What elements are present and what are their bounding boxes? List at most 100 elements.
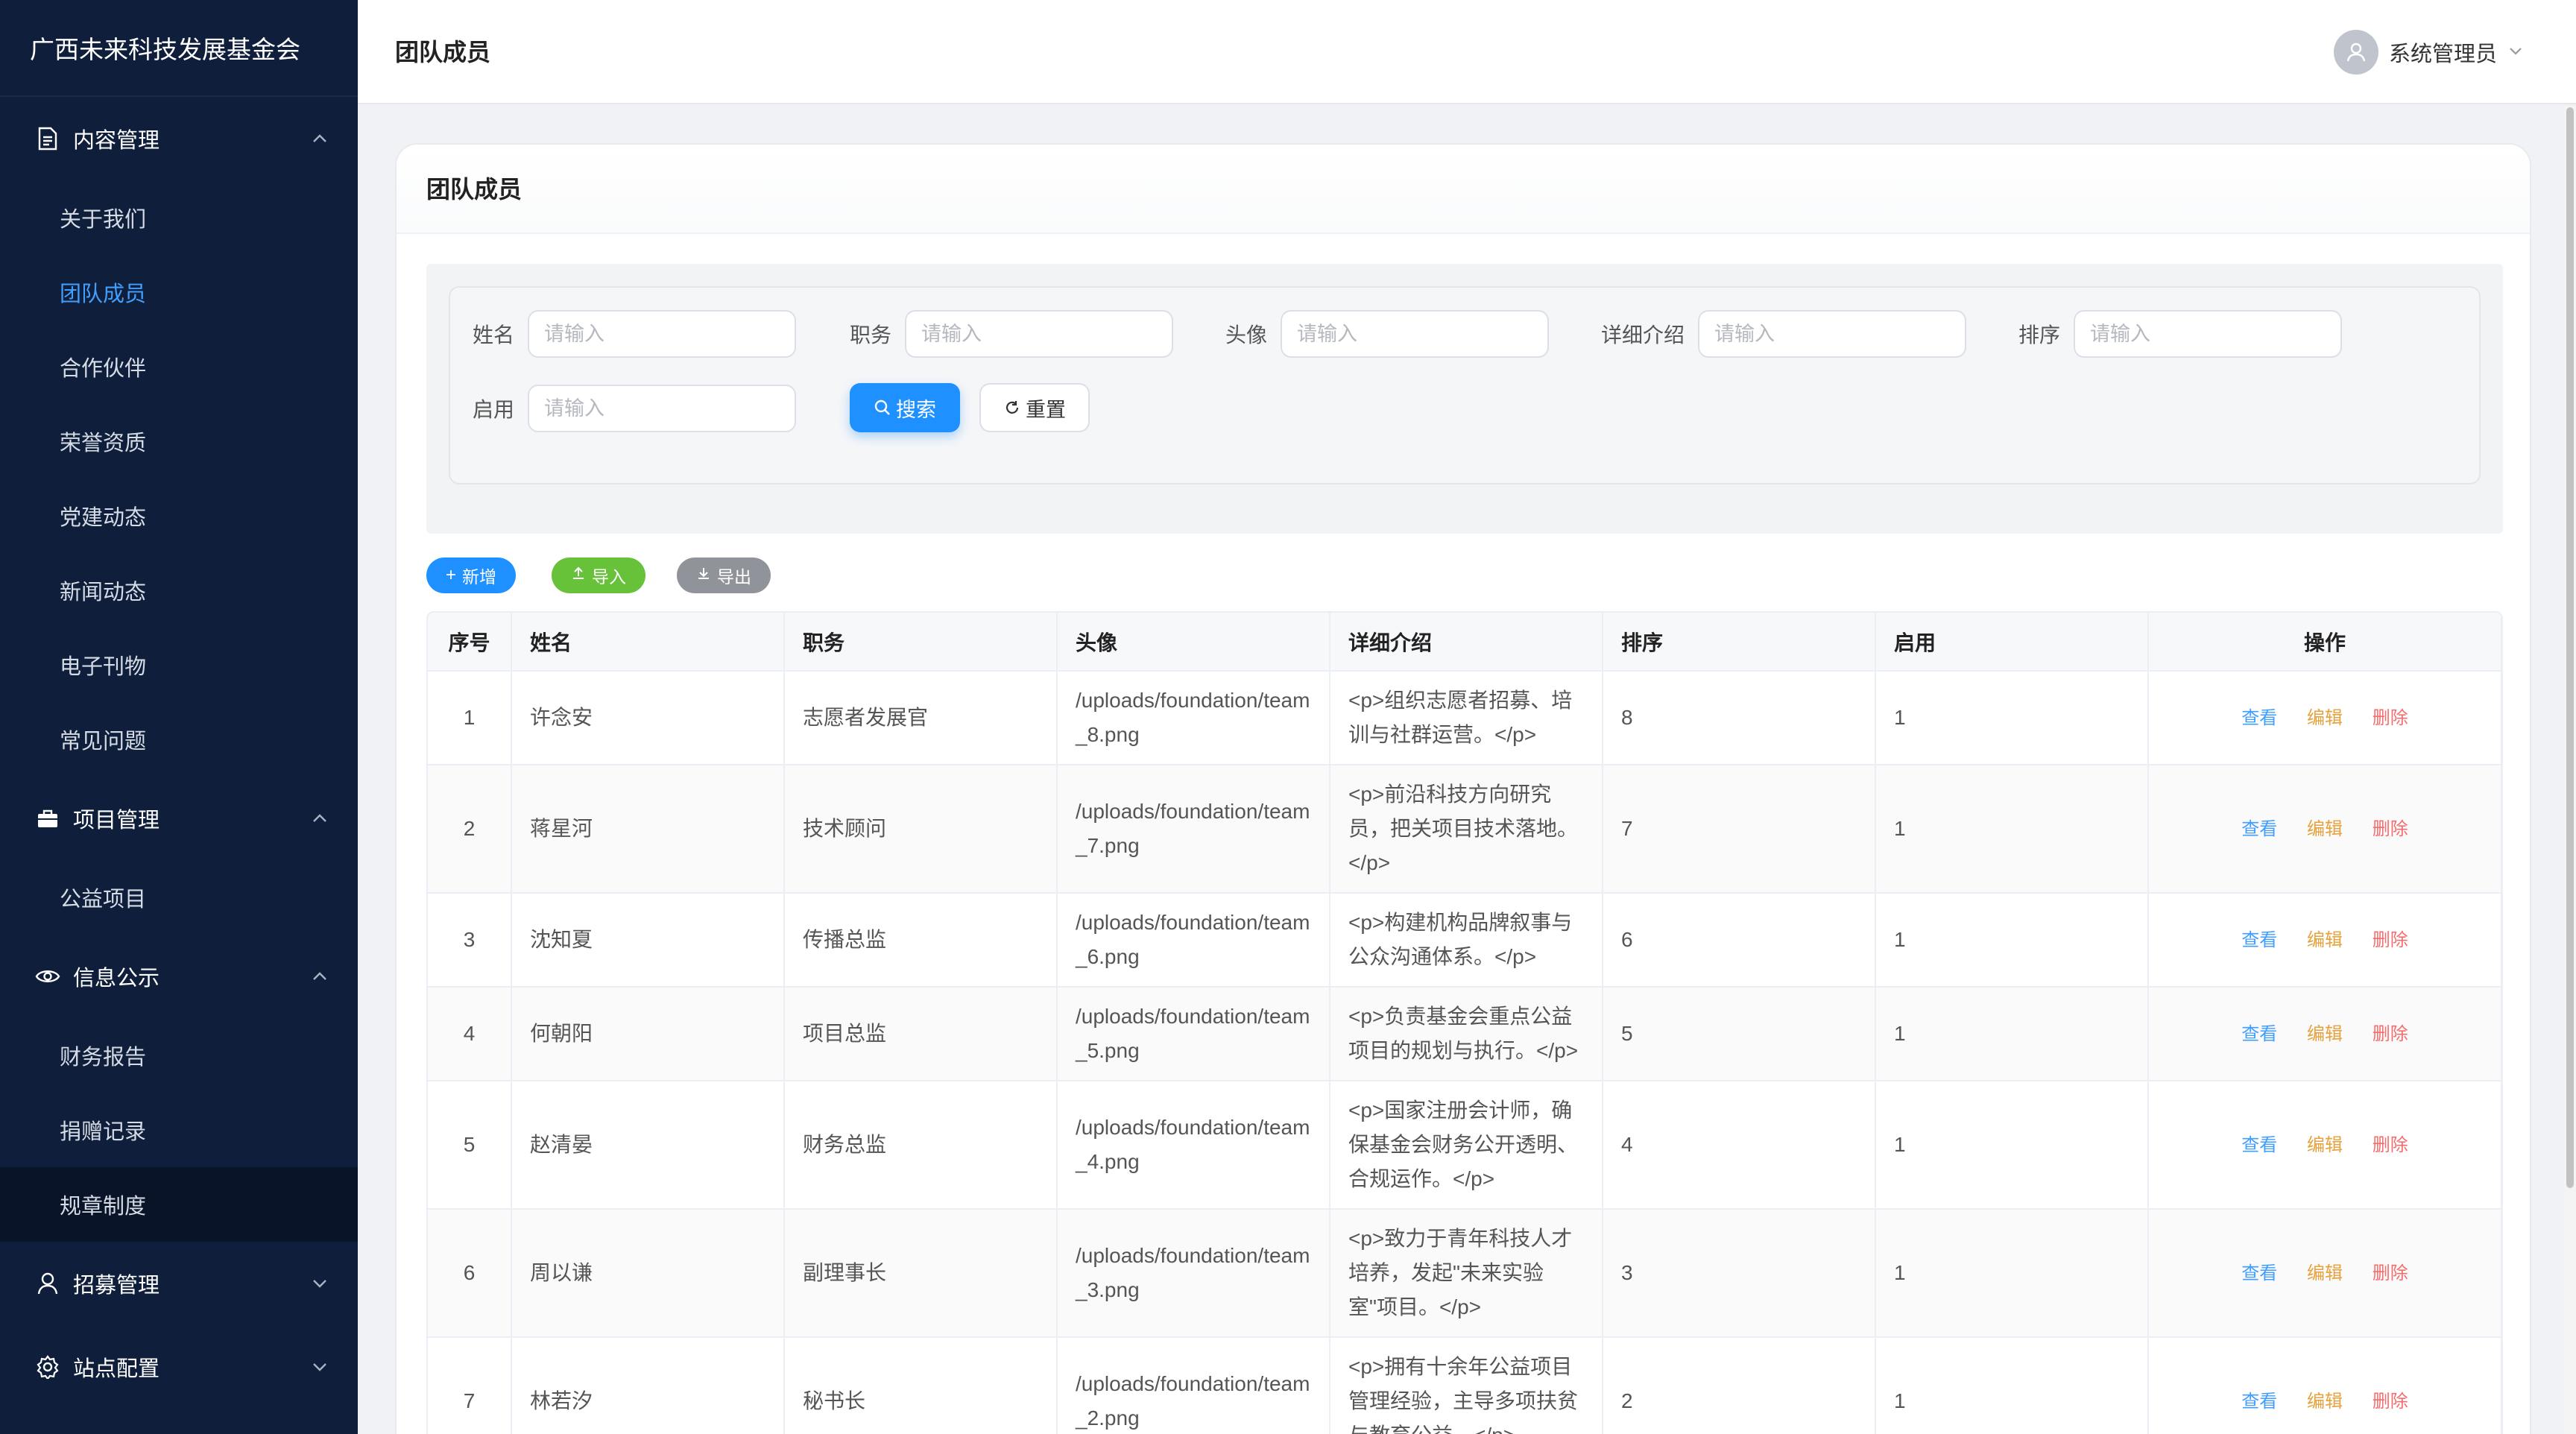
cell-actions: 查看 编辑 删除 (2148, 1209, 2501, 1338)
cell-title: 副理事长 (784, 1209, 1058, 1338)
eye-icon (34, 963, 61, 990)
delete-link[interactable]: 删除 (2373, 1263, 2408, 1283)
chevron-down-icon (312, 1273, 328, 1300)
export-button[interactable]: 导出 (677, 558, 771, 593)
sidebar-item-faq[interactable]: 常见问题 (0, 702, 358, 777)
sidebar-item-partners[interactable]: 合作伙伴 (0, 329, 358, 404)
view-link[interactable]: 查看 (2241, 708, 2277, 728)
col-header-intro: 详细介绍 (1330, 613, 1603, 672)
page-scrollbar[interactable] (2564, 106, 2576, 1434)
cell-no: 2 (428, 765, 512, 894)
cell-avatar: /uploads/foundation/team_2.png (1057, 1337, 1330, 1434)
col-header-enabled: 启用 (1875, 613, 2149, 672)
col-header-actions: 操作 (2148, 613, 2501, 672)
intro-input[interactable] (1698, 310, 1967, 358)
cell-enabled: 1 (1875, 987, 2149, 1081)
sidebar-item-donations[interactable]: 捐赠记录 (0, 1093, 358, 1167)
cell-avatar: /uploads/foundation/team_3.png (1057, 1209, 1330, 1338)
cell-sort: 2 (1603, 1337, 1876, 1434)
edit-link[interactable]: 编辑 (2307, 708, 2343, 728)
delete-link[interactable]: 删除 (2373, 1135, 2408, 1155)
user-menu[interactable]: 系统管理员 (2333, 28, 2524, 76)
menu-group-content[interactable]: 内容管理 (0, 97, 358, 180)
download-icon (696, 565, 711, 586)
edit-link[interactable]: 编辑 (2307, 930, 2343, 950)
cell-no: 1 (428, 671, 512, 765)
col-header-sort: 排序 (1603, 613, 1876, 672)
sidebar-item-about[interactable]: 关于我们 (0, 180, 358, 255)
scrollbar-thumb[interactable] (2566, 107, 2574, 1188)
delete-link[interactable]: 删除 (2373, 930, 2408, 950)
cell-title: 传播总监 (784, 893, 1058, 988)
view-link[interactable]: 查看 (2241, 1024, 2277, 1044)
search-panel: 姓名 职务 头像 详细介绍 排序 启用 (426, 264, 2503, 534)
table-row: 3 沈知夏 传播总监 /uploads/foundation/team_6.pn… (428, 893, 2501, 988)
menu-group-disclosure[interactable]: 信息公示 (0, 935, 358, 1018)
enabled-input[interactable] (528, 385, 797, 432)
avatar[interactable] (2333, 30, 2378, 75)
cell-no: 4 (428, 987, 512, 1081)
view-link[interactable]: 查看 (2241, 1135, 2277, 1155)
chevron-up-icon (312, 966, 328, 993)
title-input[interactable] (905, 310, 1174, 358)
sidebar-item-regulations[interactable]: 规章制度 (0, 1167, 358, 1242)
field-avatar: 头像 (1225, 310, 1550, 358)
add-button-label: 新增 (462, 567, 497, 587)
menu-group-label: 站点配置 (73, 1357, 160, 1381)
sidebar-item-charity-projects[interactable]: 公益项目 (0, 860, 358, 935)
cell-intro: <p>国家注册会计师，确保基金会财务公开透明、合规运作。</p> (1330, 1081, 1603, 1210)
cell-name: 赵清晏 (511, 1081, 785, 1210)
delete-link[interactable]: 删除 (2373, 819, 2408, 839)
avatar-input[interactable] (1281, 310, 1550, 358)
reset-button[interactable]: 重置 (979, 383, 1090, 432)
field-label: 头像 (1225, 323, 1268, 347)
table-row: 4 何朝阳 项目总监 /uploads/foundation/team_5.pn… (428, 987, 2501, 1081)
sidebar-item-honors[interactable]: 荣誉资质 (0, 404, 358, 478)
menu-group-label: 项目管理 (73, 809, 160, 833)
edit-link[interactable]: 编辑 (2307, 1263, 2343, 1283)
cell-intro: <p>前沿科技方向研究员，把关项目技术落地。</p> (1330, 765, 1603, 894)
field-sort: 排序 (2018, 310, 2343, 358)
cell-actions: 查看 编辑 删除 (2148, 671, 2501, 765)
table-row: 2 蒋星河 技术顾问 /uploads/foundation/team_7.pn… (428, 765, 2501, 894)
delete-link[interactable]: 删除 (2373, 708, 2408, 728)
table-row: 1 许念安 志愿者发展官 /uploads/foundation/team_8.… (428, 671, 2501, 765)
cell-name: 林若汐 (511, 1337, 785, 1434)
edit-link[interactable]: 编辑 (2307, 819, 2343, 839)
view-link[interactable]: 查看 (2241, 1392, 2277, 1412)
edit-link[interactable]: 编辑 (2307, 1024, 2343, 1044)
view-link[interactable]: 查看 (2241, 819, 2277, 839)
menu-group-site-config[interactable]: 站点配置 (0, 1325, 358, 1409)
add-button[interactable]: + 新增 (426, 558, 517, 593)
cell-sort: 7 (1603, 765, 1876, 894)
search-icon (874, 399, 890, 415)
cell-enabled: 1 (1875, 765, 2149, 894)
sidebar-item-team[interactable]: 团队成员 (0, 255, 358, 329)
delete-link[interactable]: 删除 (2373, 1024, 2408, 1044)
user-name[interactable]: 系统管理员 (2389, 37, 2497, 68)
cell-no: 7 (428, 1337, 512, 1434)
sidebar-item-party-news[interactable]: 党建动态 (0, 478, 358, 553)
import-button[interactable]: 导入 (552, 558, 645, 593)
edit-link[interactable]: 编辑 (2307, 1392, 2343, 1412)
sidebar-item-financial-reports[interactable]: 财务报告 (0, 1018, 358, 1093)
view-link[interactable]: 查看 (2241, 1263, 2277, 1283)
cell-enabled: 1 (1875, 1209, 2149, 1338)
cell-name: 何朝阳 (511, 987, 785, 1081)
brand-title: 广西未来科技发展基金会 (0, 0, 358, 97)
cell-avatar: /uploads/foundation/team_7.png (1057, 765, 1330, 894)
sidebar-item-news[interactable]: 新闻动态 (0, 553, 358, 628)
delete-link[interactable]: 删除 (2373, 1392, 2408, 1412)
chevron-down-icon[interactable] (2507, 42, 2524, 63)
sort-input[interactable] (2074, 310, 2343, 358)
search-button[interactable]: 搜索 (850, 383, 960, 432)
chevron-up-icon (312, 128, 328, 155)
edit-link[interactable]: 编辑 (2307, 1135, 2343, 1155)
field-intro: 详细介绍 (1601, 310, 1967, 358)
col-header-title: 职务 (784, 613, 1058, 672)
menu-group-recruitment[interactable]: 招募管理 (0, 1242, 358, 1325)
view-link[interactable]: 查看 (2241, 930, 2277, 950)
name-input[interactable] (528, 310, 797, 358)
menu-group-projects[interactable]: 项目管理 (0, 777, 358, 860)
sidebar-item-ejournal[interactable]: 电子刊物 (0, 628, 358, 702)
